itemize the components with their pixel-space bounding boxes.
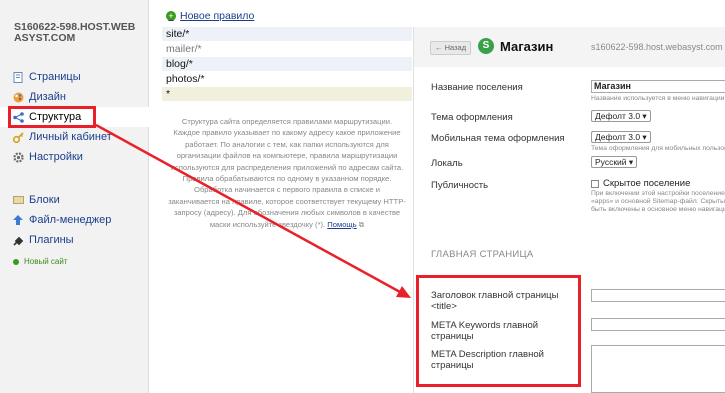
new-site-label: Новый сайт xyxy=(24,257,68,266)
routing-help-text: Структура сайта определяется правилами м… xyxy=(168,116,406,230)
sidebar-item-plugins[interactable]: Плагины xyxy=(0,230,149,250)
plus-icon: + xyxy=(166,11,176,21)
sidebar: S160622-598.HOST.WEBASYST.COM Страницы Д… xyxy=(0,0,149,393)
sidebar-item-design[interactable]: Дизайн xyxy=(0,87,149,107)
blocks-icon xyxy=(12,194,24,206)
site-title[interactable]: S160622-598.HOST.WEBASYST.COM xyxy=(14,22,138,44)
sidebar-item-label: Настройки xyxy=(29,151,83,163)
sidebar-item-label: Блоки xyxy=(29,194,60,206)
upload-icon xyxy=(12,214,24,226)
sidebar-item-label: Файл-менеджер xyxy=(29,214,112,226)
route-item[interactable]: blog/* xyxy=(162,57,412,72)
shop-app-icon: S xyxy=(478,38,494,54)
add-icon xyxy=(13,258,19,265)
settlement-settings-panel: ← Назад S Магазин s160622-598.host.webas… xyxy=(413,27,725,393)
theme-label: Тема оформления xyxy=(431,112,513,123)
new-site-link[interactable]: Новый сайт xyxy=(13,257,68,266)
sidebar-item-account[interactable]: Личный кабинет xyxy=(0,127,149,147)
pages-icon xyxy=(12,71,24,83)
route-item[interactable]: site/* xyxy=(162,27,412,42)
plugins-icon xyxy=(12,234,24,246)
hidden-settlement-option[interactable]: Скрытое поселение xyxy=(591,178,690,189)
help-link[interactable]: Помощь xyxy=(327,220,356,229)
sidebar-item-label: Плагины xyxy=(29,234,74,246)
hidden-settlement-label: Скрытое поселение xyxy=(603,178,691,189)
meta-description-textarea[interactable] xyxy=(591,345,725,393)
locale-label: Локаль xyxy=(431,158,463,169)
route-list: site/* mailer/* blog/* photos/* * xyxy=(162,27,412,102)
settlement-host: s160622-598.host.webasyst.com xyxy=(591,42,723,52)
app-title: Магазин xyxy=(500,39,554,54)
mobile-theme-select[interactable]: Дефолт 3.0 ▾ xyxy=(591,131,651,143)
hidden-hint-line: При включении этой настройки поселение xyxy=(591,190,725,197)
sidebar-item-label: Дизайн xyxy=(29,91,66,103)
settlement-name-hint: Название используется в меню навигации xyxy=(591,95,725,102)
main-title-input[interactable] xyxy=(591,289,725,302)
structure-highlight-box xyxy=(8,106,96,128)
key-icon xyxy=(12,131,24,143)
main-page-section-title: ГЛАВНАЯ СТРАНИЦА xyxy=(431,249,534,260)
back-button[interactable]: ← Назад xyxy=(430,41,472,55)
publicity-label: Публичность xyxy=(431,180,489,191)
locale-select[interactable]: Русский ▾ xyxy=(591,156,638,168)
design-icon xyxy=(12,91,24,103)
theme-select[interactable]: Дефолт 3.0 ▾ xyxy=(591,110,651,122)
route-item[interactable]: * xyxy=(162,87,412,102)
meta-keywords-input[interactable] xyxy=(591,318,725,331)
settlement-name-label: Название поселения xyxy=(431,82,523,93)
settings-icon xyxy=(12,151,24,163)
new-rule-label: Новое правило xyxy=(180,10,255,22)
routes-panel: + Новое правило site/* mailer/* blog/* p… xyxy=(150,0,412,393)
external-link-icon: ⧉ xyxy=(358,219,365,229)
hidden-settlement-checkbox[interactable] xyxy=(591,179,599,188)
route-item[interactable]: mailer/* xyxy=(162,42,412,57)
sidebar-nav-secondary: Блоки Файл-менеджер Плагины xyxy=(0,190,149,250)
meta-fields-highlight-box xyxy=(416,275,581,387)
hidden-hint-line: «apps» и основной Sitemap-файл. Скрытые xyxy=(591,198,725,205)
sidebar-item-label: Страницы xyxy=(29,71,81,83)
routing-help-body: Структура сайта определяется правилами м… xyxy=(168,117,406,229)
sidebar-item-file-manager[interactable]: Файл-менеджер xyxy=(0,210,149,230)
route-item[interactable]: photos/* xyxy=(162,72,412,87)
settlement-name-input[interactable]: Магазин xyxy=(591,80,725,93)
mobile-theme-hint: Тема оформления для мобильных пользовате… xyxy=(591,145,725,152)
sidebar-item-blocks[interactable]: Блоки xyxy=(0,190,149,210)
settings-header: ← Назад S Магазин s160622-598.host.webas… xyxy=(414,27,725,67)
sidebar-item-label: Личный кабинет xyxy=(29,131,112,143)
sidebar-item-pages[interactable]: Страницы xyxy=(0,67,149,87)
mobile-theme-label: Мобильная тема оформления xyxy=(431,133,565,144)
hidden-hint-line: быть включены в основное меню навигации xyxy=(591,206,725,213)
new-rule-link[interactable]: + Новое правило xyxy=(166,10,254,22)
sidebar-item-settings[interactable]: Настройки xyxy=(0,147,149,167)
